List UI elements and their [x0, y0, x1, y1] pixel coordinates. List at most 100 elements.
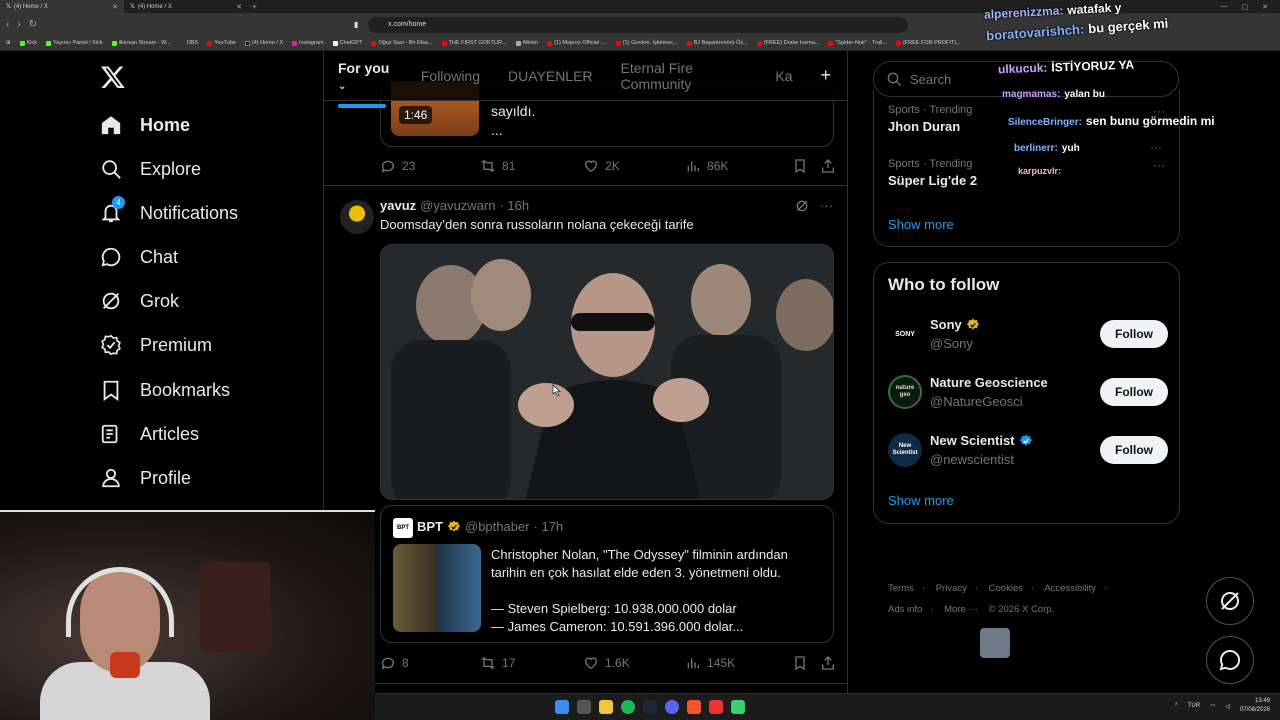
- author-name[interactable]: yavuz: [380, 198, 416, 213]
- clock[interactable]: 13:49 07/08/2026: [1240, 697, 1270, 715]
- share-icon[interactable]: [820, 158, 836, 174]
- bookmark-page-icon[interactable]: ▮: [354, 20, 358, 29]
- bookmark-item[interactable]: (4) Home / X: [244, 40, 283, 46]
- quoted-image[interactable]: [393, 544, 481, 632]
- close-tab-icon[interactable]: ✕: [236, 3, 242, 11]
- footer-link-privacy[interactable]: Privacy: [936, 583, 967, 594]
- apps-icon[interactable]: ⊞: [6, 40, 11, 46]
- bookmark-item[interactable]: THE FIRST GOKTUR...: [441, 40, 507, 46]
- app-icon[interactable]: [731, 700, 745, 714]
- discord-icon[interactable]: [665, 700, 679, 714]
- quoted-post-time[interactable]: · 17h: [534, 519, 564, 534]
- follow-show-more-link[interactable]: Show more: [888, 493, 954, 508]
- nav-grok[interactable]: Grok: [100, 290, 179, 312]
- add-tab-icon[interactable]: +: [820, 65, 831, 86]
- footer-link-ads-info[interactable]: Ads info: [888, 604, 922, 615]
- bookmark-item[interactable]: YouTube: [207, 40, 236, 46]
- follow-suggestion[interactable]: nature geo Nature Geoscience @NatureGeos…: [888, 372, 1168, 412]
- tab-for-you[interactable]: For you ⌄: [338, 60, 393, 108]
- nav-articles[interactable]: Articles: [100, 423, 199, 445]
- avatar[interactable]: SONY: [888, 317, 922, 351]
- spotify-icon[interactable]: [621, 700, 635, 714]
- bookmark-item[interactable]: Oğuz Sasi - Bir Efsa...: [371, 40, 433, 46]
- quoted-post[interactable]: BPT BPT @bpthaber · 17h Christopher Nola…: [380, 505, 834, 643]
- views-button[interactable]: 145K: [685, 655, 792, 671]
- forward-icon[interactable]: ›: [17, 19, 20, 30]
- bookmark-item[interactable]: (FREE FOR PROFIT)...: [895, 40, 961, 46]
- trend-item[interactable]: Sports · Trending Süper Lig'de 2: [888, 158, 977, 188]
- bookmark-item[interactable]: (1) Meproz Official -...: [547, 40, 607, 46]
- reply-button[interactable]: 23: [380, 158, 480, 174]
- bookmark-item[interactable]: Yayıncı Paneli | Kick: [46, 40, 103, 46]
- close-tab-icon[interactable]: ✕: [112, 3, 118, 11]
- like-button[interactable]: 2K: [583, 158, 685, 174]
- bookmark-icon[interactable]: [792, 158, 808, 174]
- bookmark-item[interactable]: (FREE) Drake Icema...: [756, 40, 819, 46]
- new-tab-button[interactable]: +: [252, 2, 257, 11]
- bookmark-item[interactable]: ilkinsan Stream - W...: [111, 40, 171, 46]
- steam-icon[interactable]: [643, 700, 657, 714]
- bookmark-icon[interactable]: [792, 655, 808, 671]
- task-view-icon[interactable]: [577, 700, 591, 714]
- footer-link-cookies[interactable]: Cookies: [989, 583, 1023, 594]
- trends-show-more-link[interactable]: Show more: [888, 217, 954, 232]
- bookmark-item[interactable]: Albüm: [515, 40, 538, 46]
- nav-premium[interactable]: Premium: [100, 334, 212, 356]
- bookmark-item[interactable]: BJ Başantrenörü Öz...: [686, 40, 748, 46]
- nav-bookmarks[interactable]: Bookmarks: [100, 379, 230, 401]
- avatar[interactable]: [340, 200, 374, 234]
- reply-button[interactable]: 8: [380, 655, 480, 671]
- x-logo-icon[interactable]: [100, 64, 126, 90]
- tab-eternal-fire[interactable]: Eternal Fire Community: [621, 60, 748, 92]
- follow-suggestion[interactable]: New Scientist New Scientist @newscientis…: [888, 430, 1168, 470]
- url-field[interactable]: x.com/home: [368, 16, 908, 33]
- tray-chevron-icon[interactable]: ^: [1175, 703, 1178, 709]
- nav-explore[interactable]: Explore: [100, 158, 201, 180]
- messages-fab[interactable]: [1206, 636, 1254, 684]
- nav-notifications[interactable]: 4 Notifications: [100, 196, 238, 224]
- repost-button[interactable]: 81: [480, 158, 583, 174]
- like-button[interactable]: 1.6K: [583, 655, 685, 671]
- tab-duayenler[interactable]: DUAYENLER: [508, 68, 593, 84]
- back-icon[interactable]: ‹: [6, 19, 9, 30]
- avatar[interactable]: nature geo: [888, 375, 922, 409]
- nav-chat[interactable]: Chat: [100, 246, 178, 268]
- start-icon[interactable]: [555, 700, 569, 714]
- quoted-author-name[interactable]: BPT: [417, 519, 443, 534]
- follow-suggestion[interactable]: SONY Sony @Sony Follow: [888, 314, 1168, 354]
- post-video[interactable]: [380, 244, 834, 500]
- browser-tab-active[interactable]: 𝕏 (4) Home / X ✕: [0, 0, 124, 13]
- repost-button[interactable]: 17: [480, 655, 583, 671]
- bookmark-item[interactable]: Kick: [19, 40, 37, 46]
- language-indicator[interactable]: TUR: [1188, 703, 1200, 709]
- follow-button[interactable]: Follow: [1100, 378, 1168, 406]
- wifi-icon[interactable]: ◠: [1210, 703, 1215, 710]
- more-options-icon[interactable]: ···: [820, 198, 833, 214]
- volume-icon[interactable]: ◁: [1225, 703, 1230, 710]
- bookmark-item[interactable]: OBS: [179, 40, 198, 46]
- reload-icon[interactable]: ↻: [29, 19, 37, 30]
- bookmark-item[interactable]: "Spider-Noir" - Trail...: [828, 40, 887, 46]
- follow-button[interactable]: Follow: [1100, 320, 1168, 348]
- grok-fab[interactable]: [1206, 577, 1254, 625]
- footer-link-accessibility[interactable]: Accessibility: [1044, 583, 1096, 594]
- tab-following[interactable]: Following: [421, 68, 480, 84]
- bookmark-item[interactable]: ChatGPT: [332, 40, 362, 46]
- share-icon[interactable]: [820, 655, 836, 671]
- file-explorer-icon[interactable]: [599, 700, 613, 714]
- footer-link-more[interactable]: More ···: [944, 604, 978, 615]
- follow-button[interactable]: Follow: [1100, 436, 1168, 464]
- grok-icon[interactable]: [794, 198, 810, 214]
- post-time[interactable]: · 16h: [499, 198, 529, 213]
- nav-profile[interactable]: Profile: [100, 467, 191, 489]
- avatar[interactable]: New Scientist: [888, 433, 922, 467]
- bookmark-item[interactable]: Instagram: [292, 40, 324, 46]
- footer-link-terms[interactable]: Terms: [888, 583, 914, 594]
- bookmark-item[interactable]: (1) Gordon, İşletmec...: [615, 40, 678, 46]
- quoted-author-handle[interactable]: @bpthaber: [465, 519, 530, 534]
- nav-home[interactable]: Home: [100, 114, 190, 136]
- views-button[interactable]: 86K: [685, 158, 792, 174]
- trend-item[interactable]: Sports · Trending Jhon Duran: [888, 104, 972, 134]
- app-icon[interactable]: [709, 700, 723, 714]
- browser-tab[interactable]: 𝕏 (4) Home / X ✕: [124, 0, 248, 13]
